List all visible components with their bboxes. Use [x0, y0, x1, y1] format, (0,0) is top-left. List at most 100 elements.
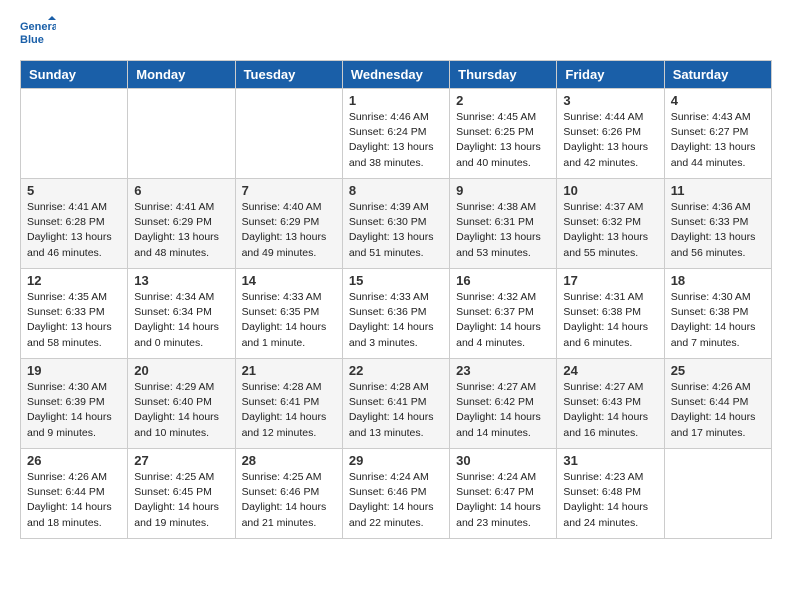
- day-number: 28: [242, 453, 336, 468]
- calendar-cell: 12 Sunrise: 4:35 AMSunset: 6:33 PMDayligh…: [21, 269, 128, 359]
- day-info: Sunrise: 4:35 AMSunset: 6:33 PMDaylight:…: [27, 290, 121, 351]
- day-number: 20: [134, 363, 228, 378]
- day-header-wednesday: Wednesday: [342, 61, 449, 89]
- calendar-cell: 20 Sunrise: 4:29 AMSunset: 6:40 PMDayligh…: [128, 359, 235, 449]
- logo-icon: General Blue: [20, 16, 56, 52]
- day-number: 1: [349, 93, 443, 108]
- day-header-sunday: Sunday: [21, 61, 128, 89]
- week-row-1: 1 Sunrise: 4:46 AMSunset: 6:24 PMDaylight…: [21, 89, 772, 179]
- calendar-cell: 7Sunrise: 4:40 AMSunset: 6:29 PMDaylight…: [235, 179, 342, 269]
- day-number: 21: [242, 363, 336, 378]
- day-info: Sunrise: 4:26 AMSunset: 6:44 PMDaylight:…: [671, 380, 765, 441]
- calendar-cell: 9 Sunrise: 4:38 AMSunset: 6:31 PMDaylight…: [450, 179, 557, 269]
- day-number: 24: [563, 363, 657, 378]
- calendar-cell: 1 Sunrise: 4:46 AMSunset: 6:24 PMDaylight…: [342, 89, 449, 179]
- day-number: 30: [456, 453, 550, 468]
- calendar-cell: 4 Sunrise: 4:43 AMSunset: 6:27 PMDaylight…: [664, 89, 771, 179]
- calendar-cell: 22 Sunrise: 4:28 AMSunset: 6:41 PMDayligh…: [342, 359, 449, 449]
- day-info: Sunrise: 4:33 AMSunset: 6:35 PMDaylight:…: [242, 290, 336, 351]
- day-header-friday: Friday: [557, 61, 664, 89]
- day-info: Sunrise: 4:23 AMSunset: 6:48 PMDaylight:…: [563, 470, 657, 531]
- day-info: Sunrise: 4:25 AMSunset: 6:45 PMDaylight:…: [134, 470, 228, 531]
- day-number: 5: [27, 183, 121, 198]
- calendar-body: 1 Sunrise: 4:46 AMSunset: 6:24 PMDaylight…: [21, 89, 772, 539]
- day-info: Sunrise: 4:29 AMSunset: 6:40 PMDaylight:…: [134, 380, 228, 441]
- calendar-table: SundayMondayTuesdayWednesdayThursdayFrid…: [20, 60, 772, 539]
- day-number: 25: [671, 363, 765, 378]
- calendar-cell: 26 Sunrise: 4:26 AMSunset: 6:44 PMDayligh…: [21, 449, 128, 539]
- day-info: Sunrise: 4:24 AMSunset: 6:47 PMDaylight:…: [456, 470, 550, 531]
- calendar-cell: 19 Sunrise: 4:30 AMSunset: 6:39 PMDayligh…: [21, 359, 128, 449]
- page-header: General Blue: [0, 0, 792, 60]
- day-number: 6: [134, 183, 228, 198]
- day-number: 12: [27, 273, 121, 288]
- calendar-cell: 8 Sunrise: 4:39 AMSunset: 6:30 PMDaylight…: [342, 179, 449, 269]
- day-number: 3: [563, 93, 657, 108]
- day-number: 13: [134, 273, 228, 288]
- calendar-cell: 10 Sunrise: 4:37 AMSunset: 6:32 PMDayligh…: [557, 179, 664, 269]
- day-info: Sunrise: 4:36 AMSunset: 6:33 PMDaylight:…: [671, 200, 765, 261]
- day-info: Sunrise: 4:43 AMSunset: 6:27 PMDaylight:…: [671, 110, 765, 171]
- day-number: 15: [349, 273, 443, 288]
- week-row-3: 12 Sunrise: 4:35 AMSunset: 6:33 PMDayligh…: [21, 269, 772, 359]
- week-row-4: 19 Sunrise: 4:30 AMSunset: 6:39 PMDayligh…: [21, 359, 772, 449]
- day-info: Sunrise: 4:46 AMSunset: 6:24 PMDaylight:…: [349, 110, 443, 171]
- calendar-header: SundayMondayTuesdayWednesdayThursdayFrid…: [21, 61, 772, 89]
- calendar-wrapper: SundayMondayTuesdayWednesdayThursdayFrid…: [0, 60, 792, 549]
- svg-text:Blue: Blue: [20, 34, 44, 46]
- week-row-2: 5Sunrise: 4:41 AMSunset: 6:28 PMDaylight…: [21, 179, 772, 269]
- day-info: Sunrise: 4:40 AMSunset: 6:29 PMDaylight:…: [242, 200, 336, 261]
- day-info: Sunrise: 4:24 AMSunset: 6:46 PMDaylight:…: [349, 470, 443, 531]
- day-number: 8: [349, 183, 443, 198]
- day-number: 26: [27, 453, 121, 468]
- calendar-cell: 21 Sunrise: 4:28 AMSunset: 6:41 PMDayligh…: [235, 359, 342, 449]
- calendar-cell: 27 Sunrise: 4:25 AMSunset: 6:45 PMDayligh…: [128, 449, 235, 539]
- day-number: 9: [456, 183, 550, 198]
- day-header-saturday: Saturday: [664, 61, 771, 89]
- day-info: Sunrise: 4:26 AMSunset: 6:44 PMDaylight:…: [27, 470, 121, 531]
- calendar-cell: 15 Sunrise: 4:33 AMSunset: 6:36 PMDayligh…: [342, 269, 449, 359]
- day-info: Sunrise: 4:28 AMSunset: 6:41 PMDaylight:…: [349, 380, 443, 441]
- day-number: 10: [563, 183, 657, 198]
- calendar-cell: 5Sunrise: 4:41 AMSunset: 6:28 PMDaylight…: [21, 179, 128, 269]
- calendar-cell: 25 Sunrise: 4:26 AMSunset: 6:44 PMDayligh…: [664, 359, 771, 449]
- calendar-cell: 11 Sunrise: 4:36 AMSunset: 6:33 PMDayligh…: [664, 179, 771, 269]
- day-info: Sunrise: 4:39 AMSunset: 6:30 PMDaylight:…: [349, 200, 443, 261]
- calendar-cell: 16Sunrise: 4:32 AMSunset: 6:37 PMDayligh…: [450, 269, 557, 359]
- day-number: 11: [671, 183, 765, 198]
- day-info: Sunrise: 4:30 AMSunset: 6:39 PMDaylight:…: [27, 380, 121, 441]
- day-info: Sunrise: 4:41 AMSunset: 6:29 PMDaylight:…: [134, 200, 228, 261]
- day-number: 23: [456, 363, 550, 378]
- day-number: 29: [349, 453, 443, 468]
- day-header-tuesday: Tuesday: [235, 61, 342, 89]
- calendar-cell: 31 Sunrise: 4:23 AMSunset: 6:48 PMDayligh…: [557, 449, 664, 539]
- day-info: Sunrise: 4:28 AMSunset: 6:41 PMDaylight:…: [242, 380, 336, 441]
- calendar-cell: 17 Sunrise: 4:31 AMSunset: 6:38 PMDayligh…: [557, 269, 664, 359]
- day-number: 17: [563, 273, 657, 288]
- calendar-cell: [235, 89, 342, 179]
- day-info: Sunrise: 4:32 AMSunset: 6:37 PMDaylight:…: [456, 290, 550, 351]
- day-info: Sunrise: 4:38 AMSunset: 6:31 PMDaylight:…: [456, 200, 550, 261]
- calendar-cell: 14Sunrise: 4:33 AMSunset: 6:35 PMDayligh…: [235, 269, 342, 359]
- day-info: Sunrise: 4:25 AMSunset: 6:46 PMDaylight:…: [242, 470, 336, 531]
- day-info: Sunrise: 4:44 AMSunset: 6:26 PMDaylight:…: [563, 110, 657, 171]
- day-info: Sunrise: 4:31 AMSunset: 6:38 PMDaylight:…: [563, 290, 657, 351]
- day-info: Sunrise: 4:30 AMSunset: 6:38 PMDaylight:…: [671, 290, 765, 351]
- day-number: 31: [563, 453, 657, 468]
- calendar-cell: 3 Sunrise: 4:44 AMSunset: 6:26 PMDaylight…: [557, 89, 664, 179]
- day-info: Sunrise: 4:37 AMSunset: 6:32 PMDaylight:…: [563, 200, 657, 261]
- day-number: 27: [134, 453, 228, 468]
- calendar-cell: 30 Sunrise: 4:24 AMSunset: 6:47 PMDayligh…: [450, 449, 557, 539]
- day-number: 19: [27, 363, 121, 378]
- calendar-cell: [21, 89, 128, 179]
- day-number: 2: [456, 93, 550, 108]
- svg-text:General: General: [20, 21, 56, 33]
- day-info: Sunrise: 4:34 AMSunset: 6:34 PMDaylight:…: [134, 290, 228, 351]
- day-number: 4: [671, 93, 765, 108]
- day-info: Sunrise: 4:33 AMSunset: 6:36 PMDaylight:…: [349, 290, 443, 351]
- day-header-monday: Monday: [128, 61, 235, 89]
- day-number: 22: [349, 363, 443, 378]
- day-header-thursday: Thursday: [450, 61, 557, 89]
- week-row-5: 26 Sunrise: 4:26 AMSunset: 6:44 PMDayligh…: [21, 449, 772, 539]
- calendar-cell: [128, 89, 235, 179]
